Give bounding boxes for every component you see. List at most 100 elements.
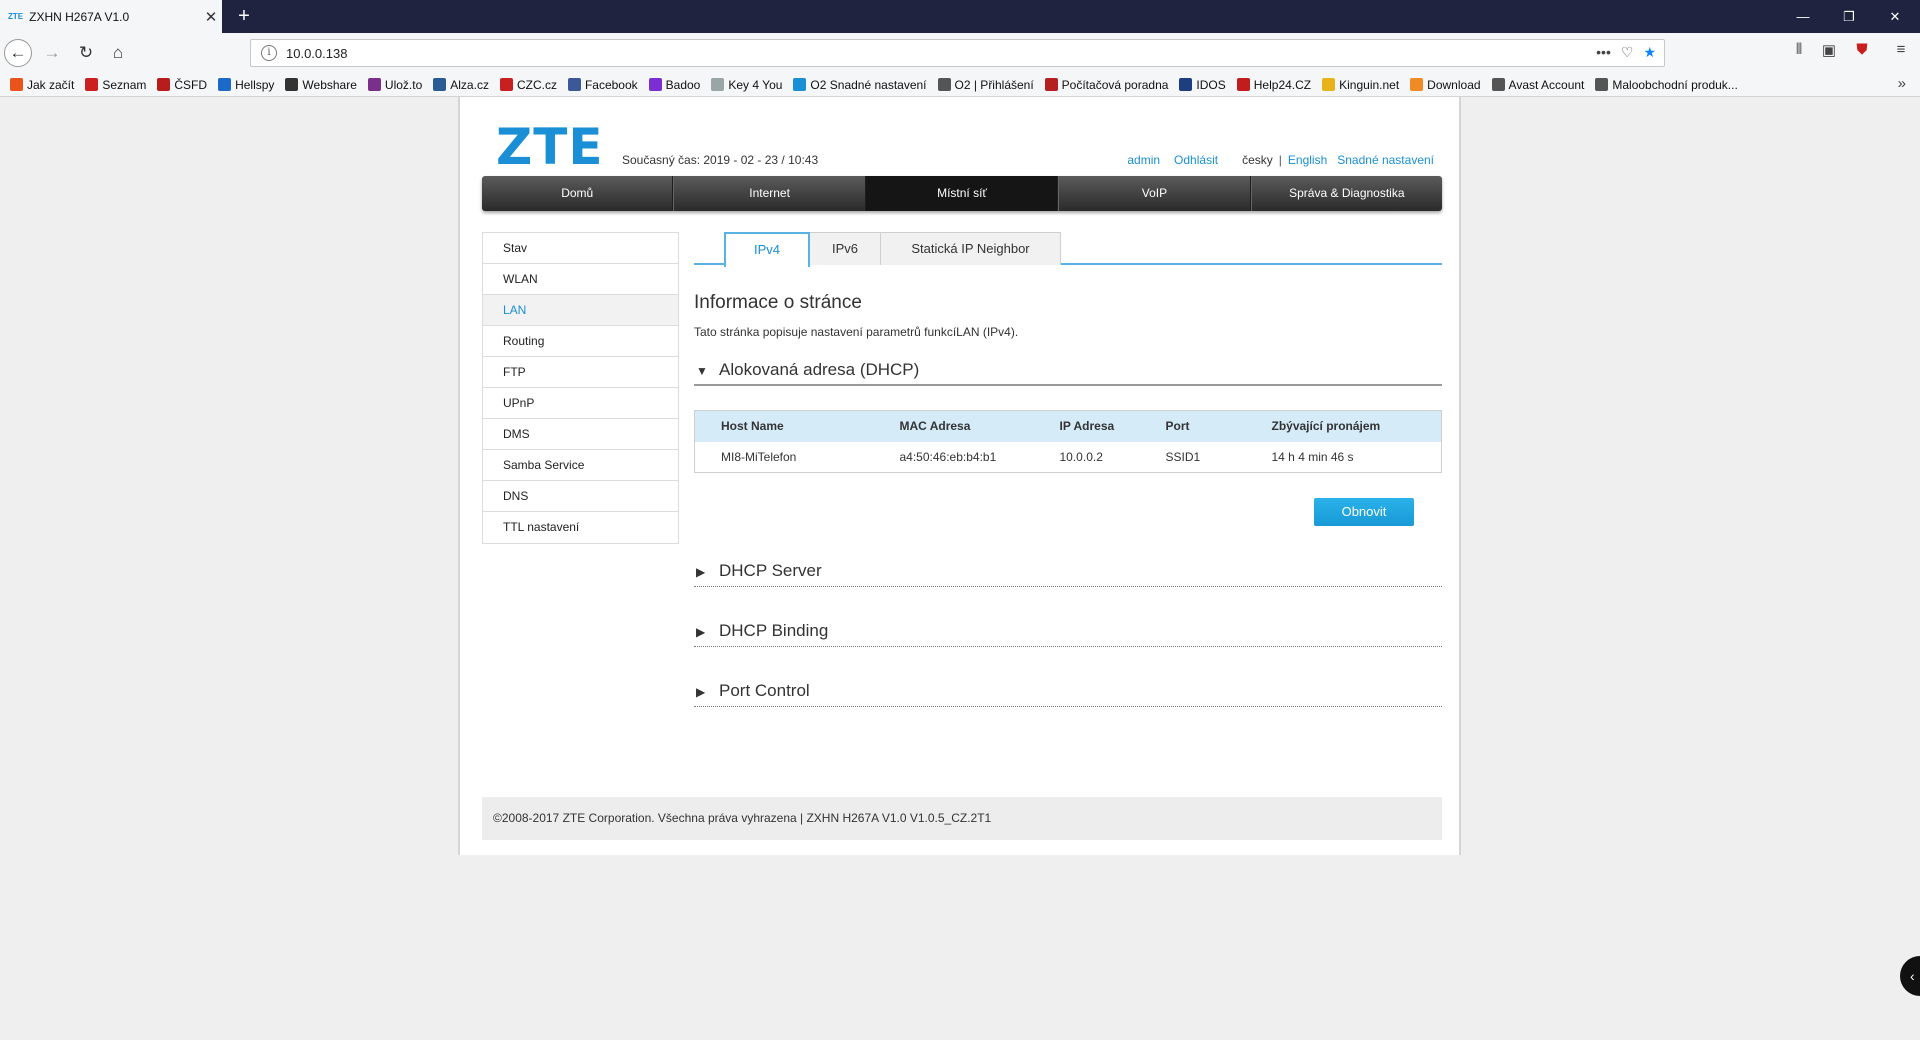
tab-title: ZXHN H267A V1.0 bbox=[29, 9, 130, 24]
bookmark-item[interactable]: Key 4 You bbox=[711, 78, 782, 92]
tab-close-icon[interactable]: ✕ bbox=[200, 8, 222, 26]
sidebar-item-upnp[interactable]: UPnP bbox=[483, 388, 678, 419]
bookmark-label: ČSFD bbox=[174, 77, 208, 92]
url-text[interactable]: 10.0.0.138 bbox=[286, 46, 347, 61]
bookmark-label: O2 | Přihlášení bbox=[954, 77, 1034, 92]
logout-link[interactable]: Odhlásit bbox=[1174, 153, 1218, 167]
minimize-icon[interactable]: — bbox=[1780, 0, 1826, 33]
sidebar-item-routing[interactable]: Routing bbox=[483, 326, 678, 357]
sidebar-item-stav[interactable]: Stav bbox=[483, 233, 678, 264]
bookmark-item[interactable]: Avast Account bbox=[1491, 78, 1584, 92]
sidebar-toggle-icon[interactable]: ▣ bbox=[1818, 41, 1840, 63]
browser-navbar: ← → ↻ ⌂ i 10.0.0.138 ••• ♡ ★ ⫴ ▣ ⛊ ≡ bbox=[0, 33, 1920, 73]
reload-icon[interactable]: ↻ bbox=[72, 39, 100, 67]
library-icon[interactable]: ⫴ bbox=[1788, 41, 1810, 63]
sidebar-item-dms[interactable]: DMS bbox=[483, 419, 678, 450]
section-dhcp-binding[interactable]: ▶ DHCP Binding bbox=[694, 621, 1442, 647]
new-tab-icon[interactable]: + bbox=[230, 2, 258, 30]
admin-link[interactable]: admin bbox=[1127, 153, 1160, 167]
bookmark-item[interactable]: O2 Snadné nastavení bbox=[793, 78, 927, 92]
expand-right-icon: ▶ bbox=[696, 685, 706, 699]
restore-icon[interactable]: ❐ bbox=[1826, 0, 1872, 33]
cell-mac: a4:50:46:eb:b4:b1 bbox=[899, 449, 997, 464]
bookmark-item[interactable]: Jak začít bbox=[10, 78, 74, 92]
lang-cz-link[interactable]: česky bbox=[1242, 153, 1273, 167]
bookmark-item[interactable]: O2 | Přihlášení bbox=[937, 77, 1034, 92]
sidebar-item-dns[interactable]: DNS bbox=[483, 481, 678, 512]
section-port-control[interactable]: ▶ Port Control bbox=[694, 681, 1442, 707]
section-dhcp-server[interactable]: ▶ DHCP Server bbox=[694, 561, 1442, 587]
bookmark-item[interactable]: IDOS bbox=[1179, 78, 1226, 92]
section-dhcp-alloc[interactable]: ▼ Alokovaná adresa (DHCP) bbox=[694, 360, 1442, 386]
menu-icon[interactable]: ≡ bbox=[1890, 41, 1912, 63]
home-icon[interactable]: ⌂ bbox=[104, 39, 132, 67]
refresh-button[interactable]: Obnovit bbox=[1314, 498, 1414, 526]
nav-voip[interactable]: VoIP bbox=[1058, 176, 1251, 211]
lang-separator: | bbox=[1278, 153, 1282, 167]
bookmark-item[interactable]: Webshare bbox=[285, 77, 357, 92]
nav-home[interactable]: Domů bbox=[482, 176, 674, 211]
bookmark-star-icon[interactable]: ★ bbox=[1643, 44, 1656, 61]
bookmark-item[interactable]: Seznam bbox=[85, 78, 146, 92]
footer: ©2008-2017 ZTE Corporation. Všechna práv… bbox=[482, 797, 1442, 840]
header-links: admin Odhlásit česky | English Snadné na… bbox=[1127, 153, 1434, 167]
window-close-icon[interactable]: ✕ bbox=[1872, 0, 1918, 33]
tab-ipv4[interactable]: IPv4 bbox=[724, 232, 810, 267]
bookmark-item[interactable]: ČSFD bbox=[157, 78, 207, 92]
bookmark-item[interactable]: Badoo bbox=[648, 78, 700, 92]
col-host-name: Host Name bbox=[694, 410, 874, 442]
bookmarks-overflow-icon[interactable]: » bbox=[1898, 75, 1906, 92]
bookmark-label: Počítačová poradna bbox=[1061, 77, 1169, 92]
lang-en-link[interactable]: English bbox=[1288, 153, 1327, 167]
bookmark-item[interactable]: Help24.CZ bbox=[1236, 77, 1312, 92]
ublock-icon[interactable]: ⛊ bbox=[1851, 41, 1873, 63]
section-title: Port Control bbox=[719, 681, 810, 700]
forward-icon[interactable]: → bbox=[38, 39, 66, 67]
cell-lease: 14 h 4 min 46 s bbox=[1271, 449, 1354, 464]
bookmark-item[interactable]: Kinguin.net bbox=[1322, 78, 1399, 92]
nav-local-network[interactable]: Místní síť bbox=[865, 176, 1059, 211]
nav-internet[interactable]: Internet bbox=[673, 176, 866, 211]
sidebar-item-ttl[interactable]: TTL nastavení bbox=[483, 512, 678, 543]
bookmark-label: Webshare bbox=[302, 77, 357, 92]
bookmark-favicon-icon bbox=[157, 78, 171, 91]
site-info-icon[interactable]: i bbox=[261, 45, 277, 61]
back-icon[interactable]: ← bbox=[4, 39, 32, 67]
bookmark-favicon-icon bbox=[285, 78, 299, 91]
bookmark-item[interactable]: Download bbox=[1410, 77, 1481, 92]
bookmark-item[interactable]: Alza.cz bbox=[433, 78, 489, 92]
bookmark-label: Key 4 You bbox=[728, 77, 783, 92]
sidebar-item-wlan[interactable]: WLAN bbox=[483, 264, 678, 295]
col-port: Port bbox=[1139, 410, 1246, 442]
bookmark-label: Help24.CZ bbox=[1253, 77, 1312, 92]
bookmark-item[interactable]: Počítačová poradna bbox=[1044, 77, 1169, 92]
side-panel-toggle-icon[interactable]: ‹ bbox=[1900, 956, 1920, 996]
tab-static-ip-neighbor[interactable]: Statická IP Neighbor bbox=[880, 232, 1061, 265]
tab-ipv6[interactable]: IPv6 bbox=[809, 232, 881, 265]
bookmark-item[interactable]: Facebook bbox=[567, 77, 638, 92]
bookmark-favicon-icon bbox=[1410, 78, 1424, 91]
bookmark-favicon-icon bbox=[1322, 78, 1336, 91]
dhcp-table: Host Name MAC Adresa IP Adresa Port Zbýv… bbox=[694, 410, 1442, 473]
page-actions-icon[interactable]: ••• bbox=[1596, 44, 1611, 61]
current-time: Současný čas: 2019 - 02 - 23 / 10:43 bbox=[622, 153, 819, 167]
bookmark-favicon-icon bbox=[1044, 78, 1058, 91]
url-bar[interactable]: i 10.0.0.138 ••• ♡ ★ bbox=[250, 39, 1665, 67]
browser-tab[interactable]: ZTE ZXHN H267A V1.0 ✕ bbox=[0, 0, 222, 33]
tab-favicon: ZTE bbox=[8, 12, 24, 21]
sidebar-item-samba[interactable]: Samba Service bbox=[483, 450, 678, 481]
bookmark-item[interactable]: Hellspy bbox=[218, 78, 274, 92]
sidebar-item-ftp[interactable]: FTP bbox=[483, 357, 678, 388]
nav-management-diagnostics[interactable]: Správa & Diagnostika bbox=[1250, 176, 1442, 211]
bookmark-favicon-icon bbox=[85, 78, 99, 91]
bookmark-item[interactable]: Maloobchodní produk... bbox=[1595, 78, 1738, 92]
bookmark-label: Download bbox=[1427, 77, 1481, 92]
bookmark-item[interactable]: Ulož.to bbox=[367, 78, 422, 92]
sidebar-item-lan[interactable]: LAN bbox=[483, 295, 678, 326]
bookmark-item[interactable]: CZC.cz bbox=[499, 78, 557, 92]
pocket-icon[interactable]: ♡ bbox=[1621, 44, 1634, 61]
bookmark-label: Facebook bbox=[584, 77, 638, 92]
quick-setup-link[interactable]: Snadné nastavení bbox=[1337, 153, 1434, 167]
bookmark-favicon-icon bbox=[1491, 78, 1505, 91]
expand-down-icon: ▼ bbox=[696, 364, 708, 378]
